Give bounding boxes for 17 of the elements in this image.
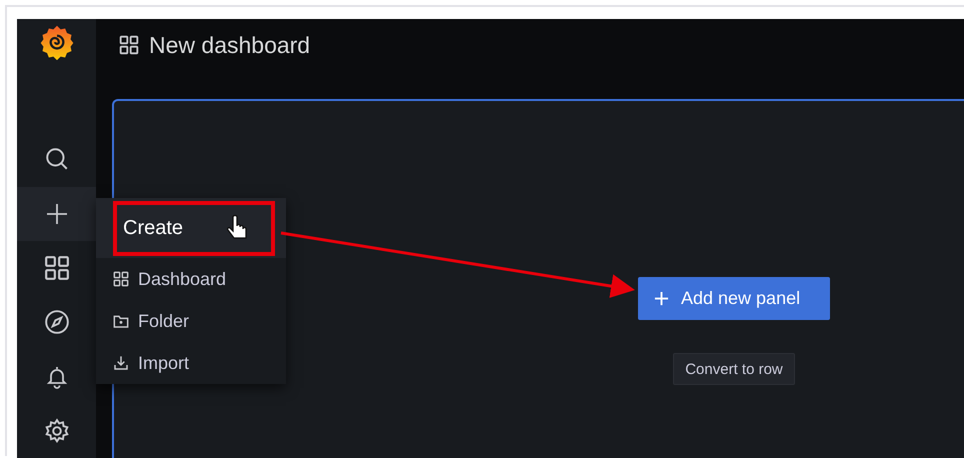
- hand-cursor-icon: [226, 214, 247, 239]
- dashboard-title: New dashboard: [149, 32, 310, 58]
- grid-icon: [119, 35, 139, 55]
- gear-icon: [44, 418, 70, 444]
- menu-item[interactable]: Import: [138, 352, 190, 374]
- compass-icon: [44, 309, 70, 336]
- bell-icon: [44, 364, 68, 389]
- convert-to-row-button[interactable]: Convert to row: [673, 353, 795, 385]
- grid-icon: [44, 254, 70, 281]
- plus-icon: [654, 291, 669, 306]
- menu-item[interactable]: Folder: [138, 310, 190, 332]
- menu-item[interactable]: Dashboard: [138, 268, 226, 290]
- plus-icon: [44, 202, 68, 226]
- add-panel-button[interactable]: Add new panel: [638, 277, 830, 320]
- grid-icon: [113, 271, 129, 287]
- download-icon: [113, 355, 129, 371]
- folder-icon: [113, 313, 129, 329]
